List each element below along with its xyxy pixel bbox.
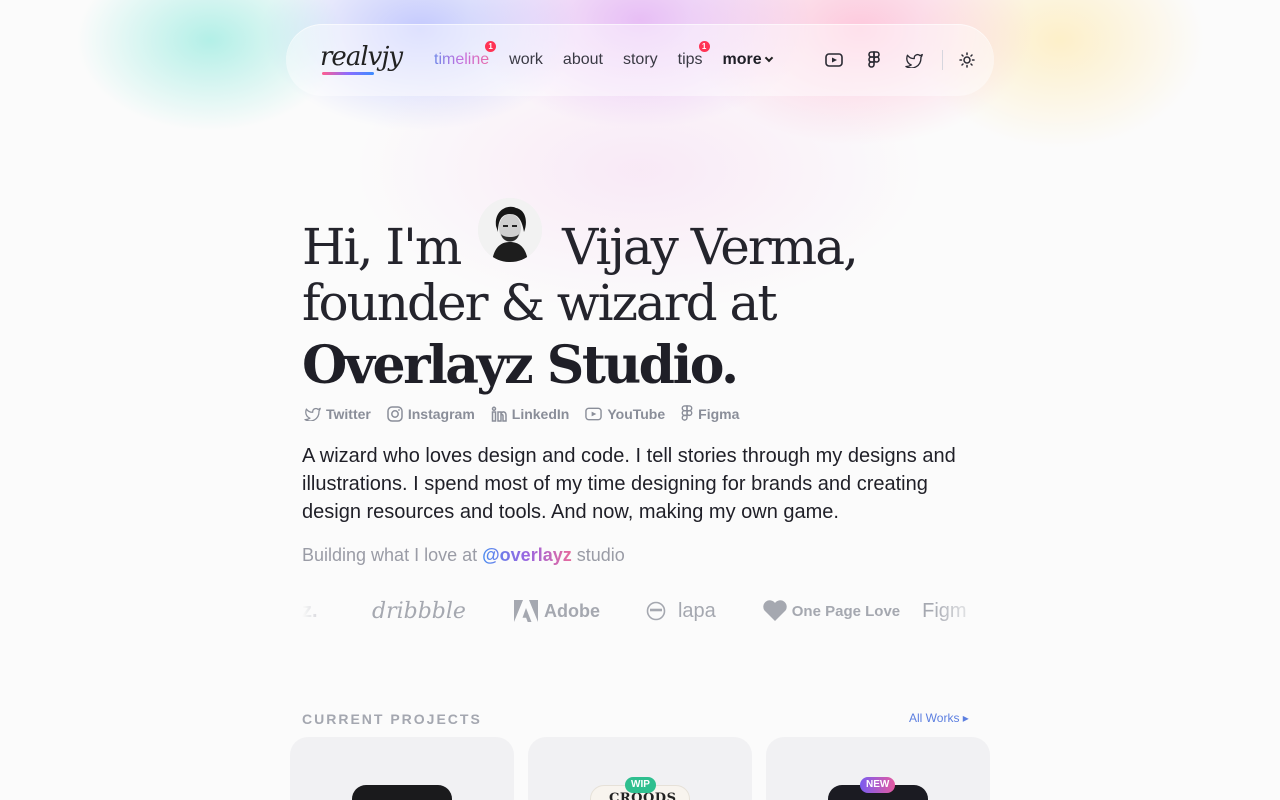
brand-label: One Page Love bbox=[791, 602, 901, 620]
bio-text: A wizard who loves design and code. I te… bbox=[302, 445, 956, 523]
chevron-down-icon bbox=[764, 53, 773, 63]
logo-underline bbox=[322, 72, 374, 75]
building-prefix: Building what I love at bbox=[302, 545, 478, 565]
nav-link-work[interactable]: work bbox=[509, 51, 543, 69]
nav-link-about[interactable]: about bbox=[563, 51, 603, 69]
section-title: CURRENT PROJECTS bbox=[302, 711, 482, 727]
brand-label: Adobe bbox=[543, 600, 600, 621]
social-link-linkedin[interactable]: LinkedIn bbox=[491, 405, 570, 422]
youtube-icon[interactable] bbox=[822, 48, 846, 72]
brand-logo-dribbble: dribbble bbox=[372, 598, 466, 624]
building-suffix: studio bbox=[576, 545, 625, 565]
building-line: Building what I love at @overlayz studio bbox=[302, 545, 625, 566]
project-card[interactable]: CROODS WIP bbox=[528, 737, 752, 800]
lapa-icon bbox=[646, 601, 666, 621]
nav-link-story[interactable]: story bbox=[623, 51, 658, 69]
nav-icons bbox=[822, 24, 995, 96]
hero-heading: Hi, I'm Vijay Verma, founder & wizard at… bbox=[302, 198, 1002, 401]
social-links: Twitter Instagram LinkedIn YouTube Figma bbox=[304, 405, 755, 422]
instagram-icon bbox=[387, 405, 403, 422]
twitter-icon bbox=[304, 407, 321, 421]
brand-label: lapa bbox=[677, 599, 716, 622]
avatar bbox=[478, 198, 543, 262]
heart-icon bbox=[763, 600, 787, 621]
sun-icon[interactable] bbox=[955, 48, 979, 72]
twitter-icon[interactable] bbox=[902, 48, 926, 72]
social-label: LinkedIn bbox=[511, 405, 570, 422]
social-link-figma[interactable]: Figma bbox=[681, 405, 739, 422]
hero-line-1: Hi, I'm Vijay Verma, bbox=[302, 198, 1002, 276]
new-badge: NEW bbox=[860, 777, 896, 793]
project-card[interactable] bbox=[290, 737, 514, 800]
youtube-icon bbox=[585, 407, 603, 420]
overlayz-link[interactable]: @overlayz bbox=[482, 545, 572, 565]
nav-link-tips[interactable]: tips 1 bbox=[677, 41, 710, 69]
adobe-icon bbox=[513, 600, 538, 622]
social-link-twitter[interactable]: Twitter bbox=[304, 405, 371, 422]
nav-divider bbox=[942, 50, 943, 70]
wip-badge: WIP bbox=[625, 777, 656, 793]
project-thumbnail bbox=[352, 785, 452, 800]
brand-logos-marquee: z. dribbble Adobe lapa One Page Love Fig… bbox=[302, 594, 982, 628]
nav-link-label: timeline bbox=[434, 51, 490, 68]
brand-logo-one-page-love: One Page Love bbox=[762, 600, 900, 622]
top-navbar: realvjy timeline 1 work about story tips… bbox=[286, 24, 994, 96]
social-label: YouTube bbox=[607, 405, 666, 422]
social-label: Figma bbox=[698, 405, 740, 422]
nav-link-timeline[interactable]: timeline 1 bbox=[434, 41, 497, 69]
project-card[interactable]: NEW bbox=[766, 737, 990, 800]
brand-logo-z: z. bbox=[302, 599, 318, 622]
notification-badge: 1 bbox=[485, 41, 497, 52]
brand-logo-lapa: lapa bbox=[646, 600, 716, 623]
hero-studio-name: Overlayz Studio. bbox=[302, 335, 739, 396]
hero-line-2: founder & wizard at bbox=[302, 274, 777, 332]
brand-logo-adobe: Adobe bbox=[513, 600, 600, 622]
figma-icon bbox=[681, 405, 693, 421]
all-works-link[interactable]: All Works ▸ bbox=[909, 711, 969, 725]
nav-link-label: tips bbox=[677, 51, 703, 68]
linkedin-icon bbox=[491, 406, 507, 422]
logo-text: realvjy bbox=[320, 42, 403, 72]
site-logo[interactable]: realvjy bbox=[320, 40, 403, 84]
hero-greeting: Hi, I'm bbox=[302, 218, 462, 276]
social-label: Twitter bbox=[326, 405, 371, 422]
nav-link-more[interactable]: more bbox=[722, 51, 773, 69]
hero-name: Vijay Verma, bbox=[562, 218, 859, 276]
social-link-instagram[interactable]: Instagram bbox=[387, 405, 475, 422]
nav-link-label: more bbox=[722, 51, 762, 68]
social-link-youtube[interactable]: YouTube bbox=[585, 405, 665, 422]
brand-logo-figma: Figm bbox=[922, 599, 967, 622]
nav-links: timeline 1 work about story tips 1 more bbox=[434, 24, 792, 96]
social-label: Instagram bbox=[407, 405, 475, 422]
notification-badge: 1 bbox=[698, 41, 710, 52]
figma-icon[interactable] bbox=[862, 48, 886, 72]
